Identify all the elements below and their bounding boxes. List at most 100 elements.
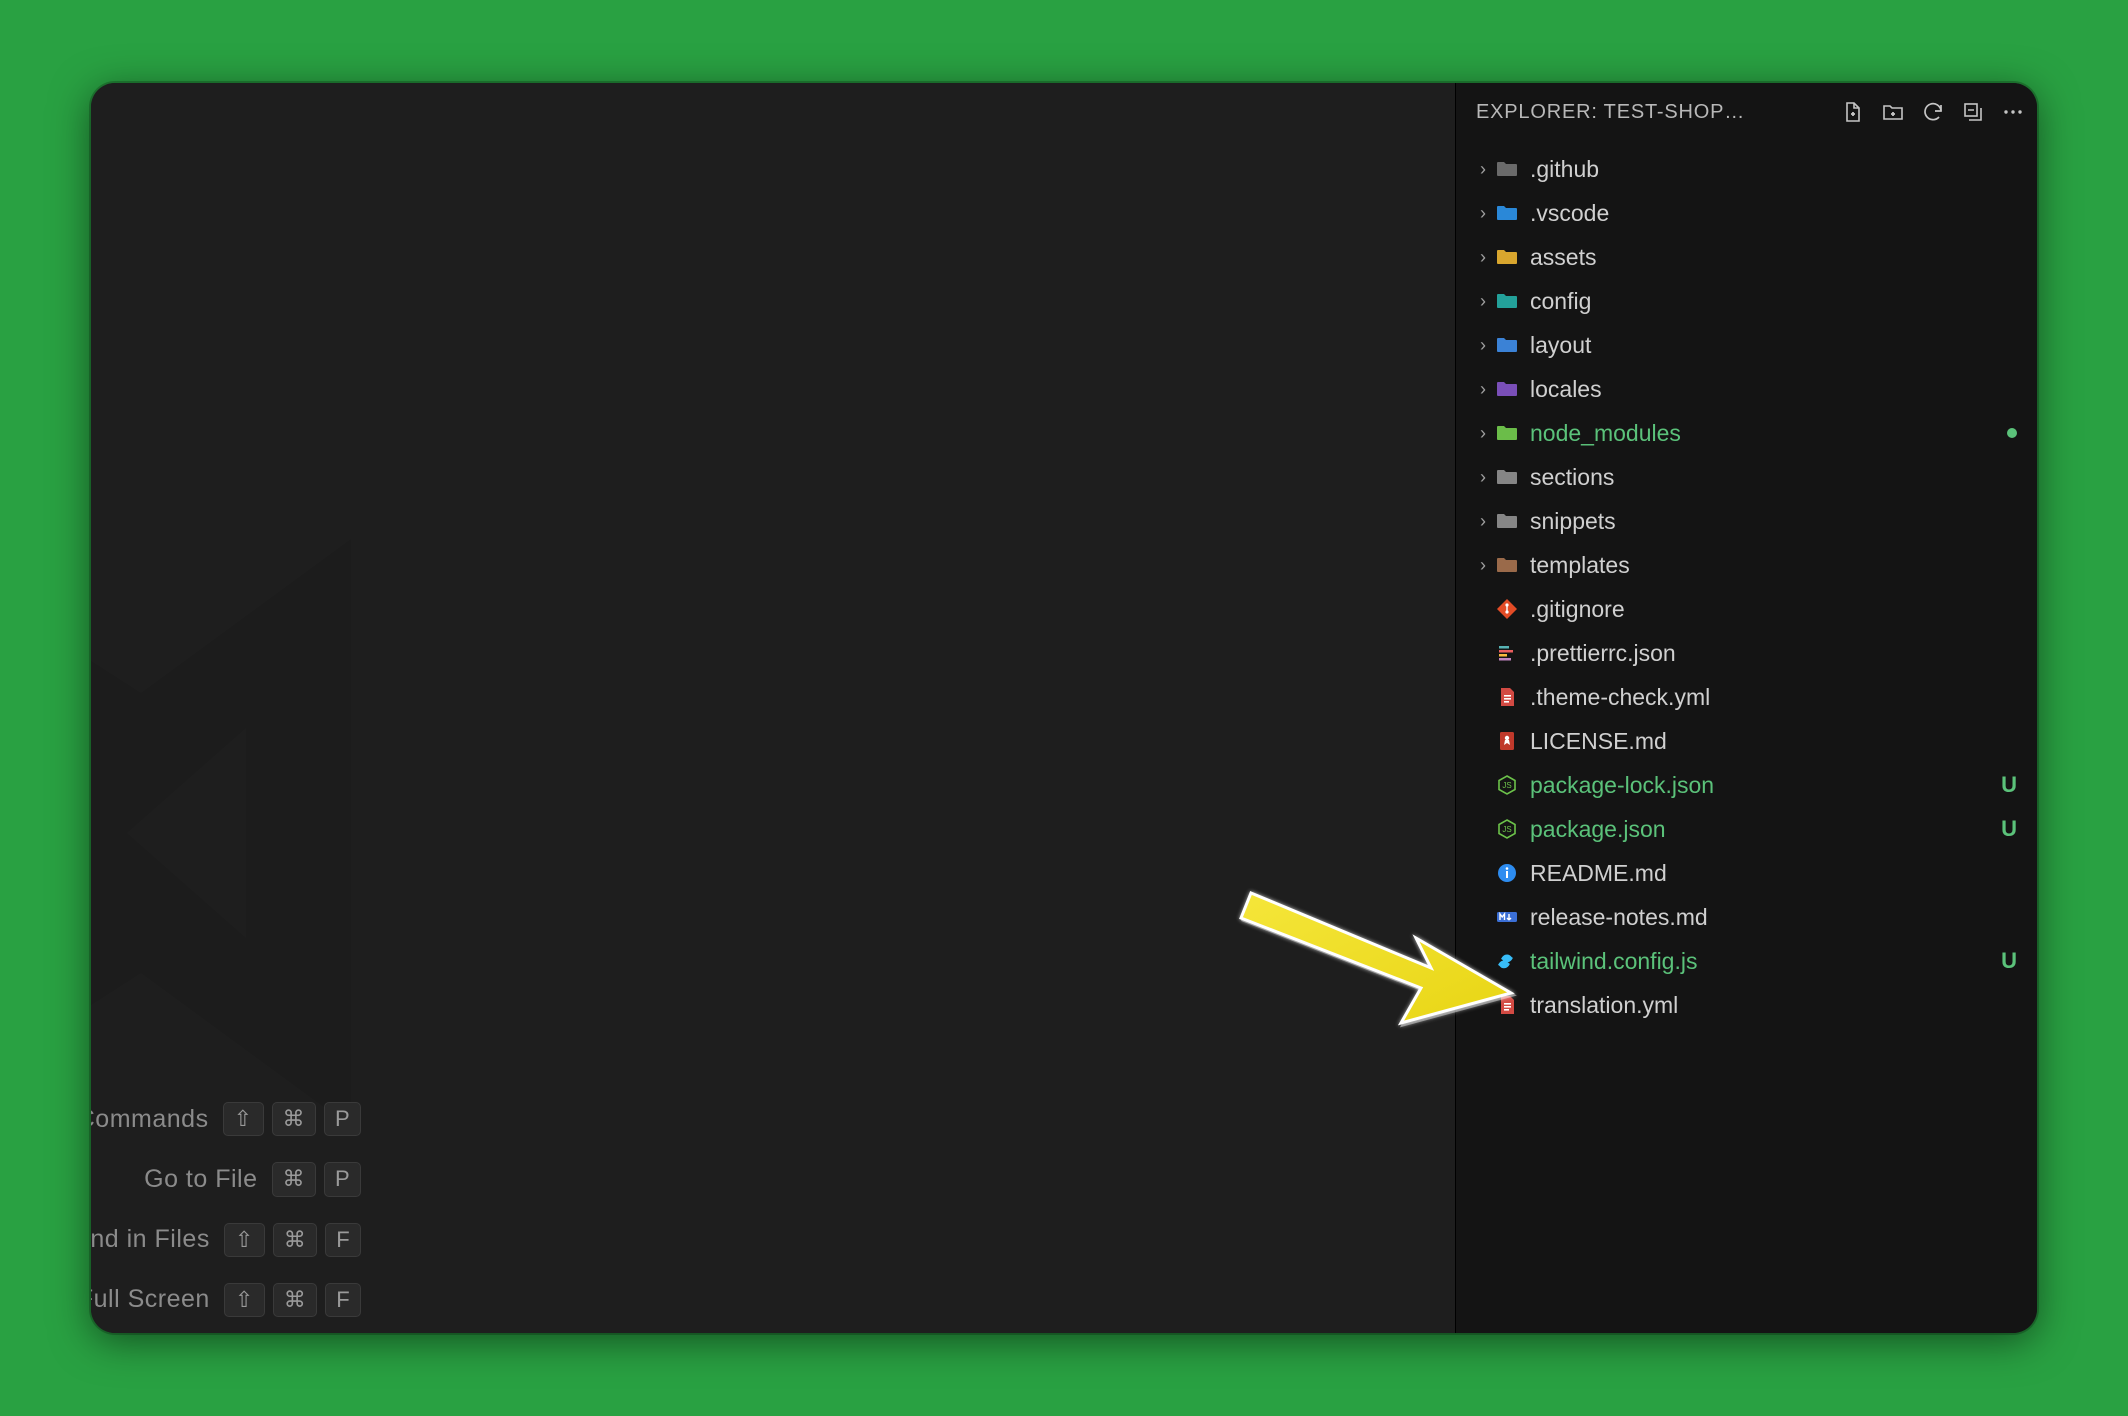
- file-readme-md[interactable]: ›README.md: [1456, 851, 2037, 895]
- folder-icon: [1494, 464, 1520, 490]
- folder-icon: [1494, 552, 1520, 578]
- cmd-label: ggle Full Screen: [91, 1285, 210, 1314]
- cmd-label: Go to File: [144, 1165, 257, 1194]
- tree-item-label: translation.yml: [1530, 992, 2017, 1019]
- chevron-right-icon: ›: [1474, 291, 1492, 312]
- collapse-all-icon[interactable]: [1959, 98, 1987, 126]
- key: ⇧: [224, 1283, 265, 1317]
- key: ⌘: [273, 1283, 318, 1317]
- vscode-window: ow All Commands ⇧ ⌘ P Go to File ⌘ P Fin…: [91, 83, 2037, 1333]
- file--theme-check-yml[interactable]: ›.theme-check.yml: [1456, 675, 2037, 719]
- folder-icon: [1494, 376, 1520, 402]
- tree-item-label: .theme-check.yml: [1530, 684, 2017, 711]
- svg-text:JS: JS: [1502, 781, 1511, 790]
- cmd-toggle-fullscreen: ggle Full Screen ⇧ ⌘ F: [91, 1283, 361, 1317]
- git-status-badge: U: [2001, 772, 2017, 798]
- npm-icon: JS: [1494, 816, 1520, 842]
- key: ⇧: [223, 1102, 264, 1136]
- folder-templates[interactable]: › templates: [1456, 543, 2037, 587]
- chevron-right-icon: ›: [1474, 203, 1492, 224]
- explorer-title: EXPLORER: TEST-SHOP…: [1476, 101, 1833, 124]
- license-icon: [1494, 728, 1520, 754]
- tree-item-label: package.json: [1530, 816, 2001, 843]
- info-icon: [1494, 860, 1520, 886]
- tree-item-label: release-notes.md: [1530, 904, 2017, 931]
- git-icon: [1494, 596, 1520, 622]
- cmd-show-all: ow All Commands ⇧ ⌘ P: [91, 1102, 361, 1136]
- file--prettierrc-json[interactable]: ›.prettierrc.json: [1456, 631, 2037, 675]
- cmd-go-to-file: Go to File ⌘ P: [91, 1162, 361, 1196]
- chevron-right-icon: ›: [1474, 555, 1492, 576]
- key: F: [325, 1283, 361, 1317]
- folder-icon: [1494, 288, 1520, 314]
- tree-item-label: layout: [1530, 332, 2017, 359]
- tree-item-label: README.md: [1530, 860, 2017, 887]
- folder-node-modules[interactable]: › node_modules: [1456, 411, 2037, 455]
- key: P: [324, 1162, 361, 1196]
- cmd-find-in-files: Find in Files ⇧ ⌘ F: [91, 1223, 361, 1257]
- git-status-badge: U: [2001, 816, 2017, 842]
- tree-item-label: package-lock.json: [1530, 772, 2001, 799]
- yml-red-icon: [1494, 684, 1520, 710]
- tree-item-label: config: [1530, 288, 2017, 315]
- file-package-lock-json[interactable]: ›JSpackage-lock.jsonU: [1456, 763, 2037, 807]
- key: P: [324, 1102, 361, 1136]
- git-status-dot: [2007, 428, 2017, 438]
- editor-area: ow All Commands ⇧ ⌘ P Go to File ⌘ P Fin…: [91, 83, 1455, 1333]
- file-package-json[interactable]: ›JSpackage.jsonU: [1456, 807, 2037, 851]
- file-tailwind-config-js[interactable]: ›tailwind.config.jsU: [1456, 939, 2037, 983]
- folder-icon: [1494, 420, 1520, 446]
- chevron-right-icon: ›: [1474, 511, 1492, 532]
- file-translation-yml[interactable]: ›translation.yml: [1456, 983, 2037, 1027]
- mdx-icon: [1494, 904, 1520, 930]
- folder-layout[interactable]: › layout: [1456, 323, 2037, 367]
- npm-icon: JS: [1494, 772, 1520, 798]
- folder--github[interactable]: › .github: [1456, 147, 2037, 191]
- folder--vscode[interactable]: › .vscode: [1456, 191, 2037, 235]
- more-icon[interactable]: [1999, 98, 2027, 126]
- folder-assets[interactable]: › assets: [1456, 235, 2037, 279]
- yml-red-icon: [1494, 992, 1520, 1018]
- new-file-icon[interactable]: [1839, 98, 1867, 126]
- chevron-right-icon: ›: [1474, 247, 1492, 268]
- key: ⇧: [224, 1223, 265, 1257]
- folder-config[interactable]: › config: [1456, 279, 2037, 323]
- tree-item-label: .gitignore: [1530, 596, 2017, 623]
- key: ⌘: [272, 1102, 317, 1136]
- tree-item-label: tailwind.config.js: [1530, 948, 2001, 975]
- key: F: [325, 1223, 361, 1257]
- chevron-right-icon: ›: [1474, 335, 1492, 356]
- explorer-header: EXPLORER: TEST-SHOP…: [1456, 83, 2037, 141]
- folder-icon: [1494, 508, 1520, 534]
- key: ⌘: [273, 1223, 318, 1257]
- tree-item-label: .prettierrc.json: [1530, 640, 2017, 667]
- file--gitignore[interactable]: ›.gitignore: [1456, 587, 2037, 631]
- tree-item-label: snippets: [1530, 508, 2017, 535]
- folder-snippets[interactable]: › snippets: [1456, 499, 2037, 543]
- tree-item-label: node_modules: [1530, 420, 2007, 447]
- chevron-right-icon: ›: [1474, 467, 1492, 488]
- tree-item-label: .github: [1530, 156, 2017, 183]
- chevron-right-icon: ›: [1474, 379, 1492, 400]
- explorer-actions: [1839, 98, 2027, 126]
- tree-item-label: .vscode: [1530, 200, 2017, 227]
- folder-icon: [1494, 244, 1520, 270]
- refresh-icon[interactable]: [1919, 98, 1947, 126]
- folder-sections[interactable]: ›sections: [1456, 455, 2037, 499]
- vscode-logo-watermark: [91, 483, 561, 1183]
- file-tree[interactable]: › .github › .vscode › assets › config › layout › lo…: [1456, 141, 2037, 1333]
- tree-item-label: assets: [1530, 244, 2017, 271]
- chevron-right-icon: ›: [1474, 159, 1492, 180]
- folder-locales[interactable]: › locales: [1456, 367, 2037, 411]
- folder-icon: [1494, 200, 1520, 226]
- file-release-notes-md[interactable]: ›release-notes.md: [1456, 895, 2037, 939]
- file-license-md[interactable]: ›LICENSE.md: [1456, 719, 2037, 763]
- tree-item-label: LICENSE.md: [1530, 728, 2017, 755]
- explorer-sidebar: EXPLORER: TEST-SHOP… ›.github›.: [1455, 83, 2037, 1333]
- cmd-label: ow All Commands: [91, 1105, 209, 1134]
- tree-item-label: templates: [1530, 552, 2017, 579]
- key: ⌘: [272, 1162, 317, 1196]
- chevron-right-icon: ›: [1474, 423, 1492, 444]
- new-folder-icon[interactable]: [1879, 98, 1907, 126]
- tree-item-label: locales: [1530, 376, 2017, 403]
